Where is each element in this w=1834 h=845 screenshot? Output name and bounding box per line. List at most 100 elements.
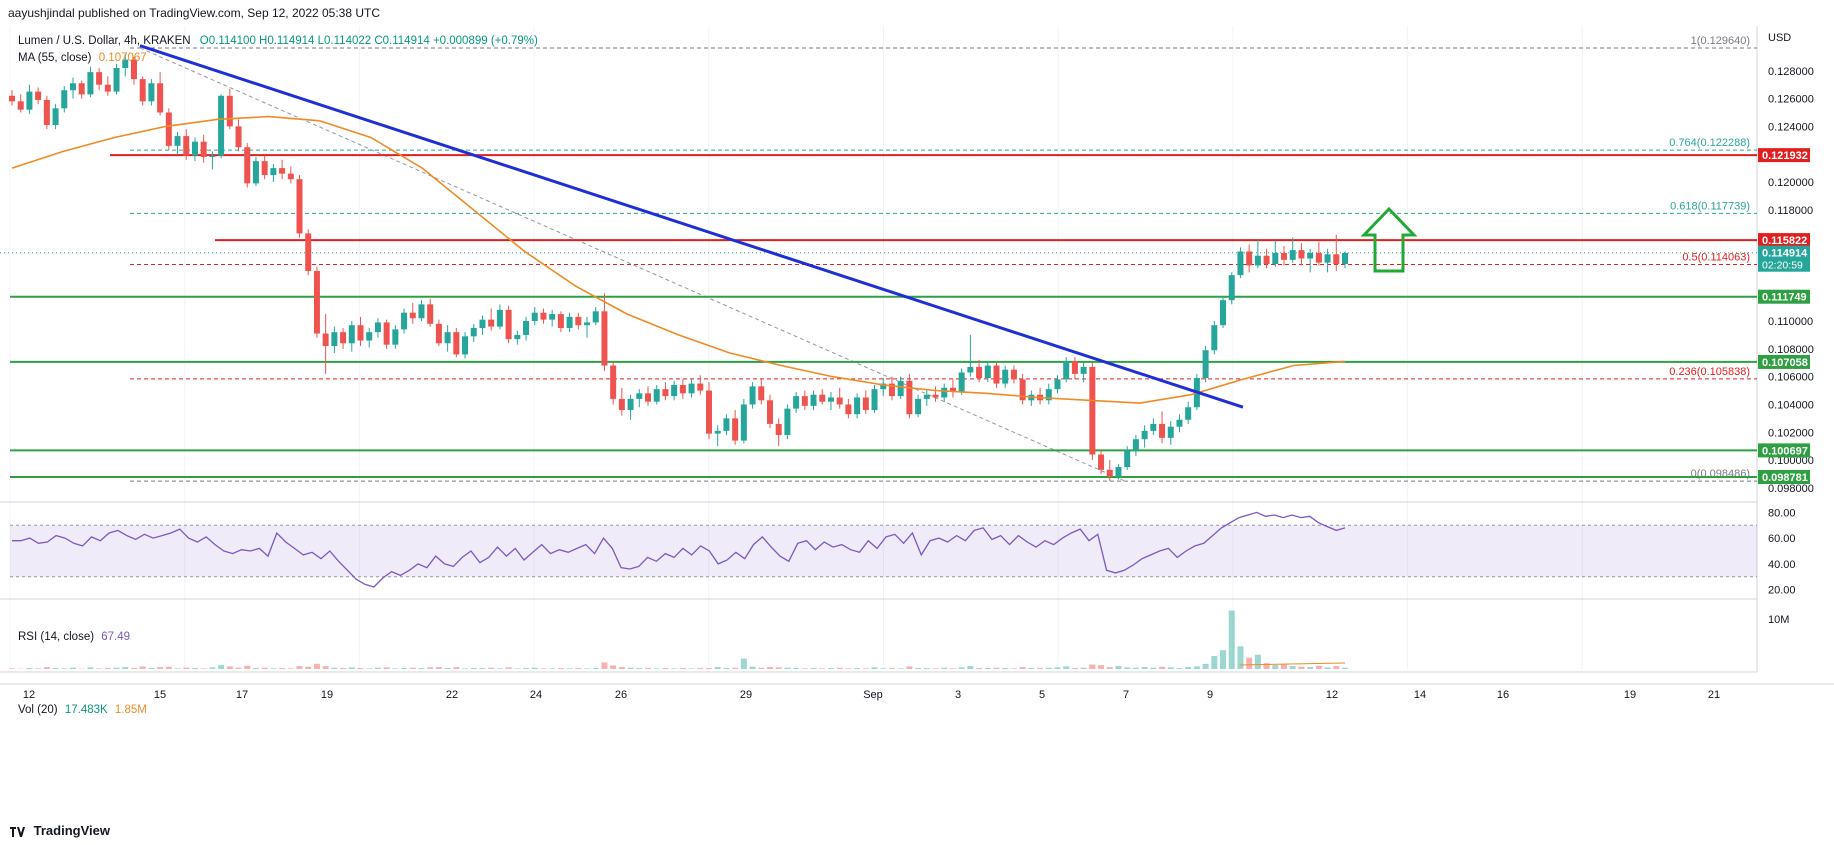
- volume-bar: [322, 666, 329, 669]
- candle-body: [679, 384, 686, 394]
- candle-body: [244, 147, 251, 184]
- candle-body: [1132, 439, 1139, 451]
- candle-body: [1298, 250, 1305, 259]
- volume-bar: [1115, 666, 1122, 669]
- volume-bar: [252, 668, 259, 669]
- volume-bar: [287, 668, 294, 669]
- volume-bar: [218, 665, 225, 669]
- candle-body: [897, 380, 904, 397]
- volume-bar: [888, 668, 895, 669]
- volume-bar: [383, 667, 390, 669]
- volume-legend: Vol (20) 17.483K 1.85M: [18, 704, 147, 716]
- volume-bar: [923, 668, 930, 669]
- candle-body: [1315, 252, 1322, 263]
- candle-body: [496, 309, 503, 327]
- fib-label: 0.5(0.114063): [1682, 252, 1750, 264]
- volume-bar: [409, 667, 416, 669]
- candle-body: [766, 400, 773, 424]
- ma-label: MA (55, close): [18, 52, 92, 64]
- time-tick-label: 17: [236, 689, 248, 701]
- volume-bar: [1063, 666, 1070, 669]
- brand-name: TradingView: [33, 823, 110, 838]
- volume-bar: [645, 668, 652, 669]
- volume-bar: [9, 668, 15, 669]
- volume-bar: [871, 667, 878, 669]
- volume-bar: [1010, 668, 1017, 669]
- price-tick-label: 0.126000: [1768, 94, 1814, 106]
- symbol-name: Lumen / U.S. Dollar, 4h, KRAKEN: [18, 35, 191, 47]
- volume-bar: [775, 667, 782, 669]
- volume-bar: [819, 668, 826, 669]
- candle-body: [313, 270, 320, 334]
- volume-bar: [1089, 664, 1096, 669]
- volume-bar: [96, 668, 103, 669]
- volume-bar: [705, 668, 712, 669]
- candle-body: [1220, 300, 1227, 326]
- price-tick-label: 0.104000: [1768, 399, 1814, 411]
- candle-body: [854, 397, 861, 415]
- candle-body: [627, 398, 634, 411]
- candle-body: [523, 321, 530, 335]
- candle-body: [1202, 350, 1209, 379]
- candle-body: [1063, 361, 1070, 380]
- volume-bar: [401, 668, 408, 669]
- candle-body: [1324, 254, 1331, 263]
- price-tick-label: 0.102000: [1768, 427, 1814, 439]
- candle-body: [1167, 426, 1174, 438]
- price-tick-label: 0.098000: [1768, 483, 1814, 495]
- candle-body: [279, 168, 286, 174]
- tradingview-logo[interactable]: TradingView: [10, 817, 110, 845]
- volume-bar: [653, 668, 660, 669]
- volume-bar: [331, 667, 338, 669]
- ohlc-values: O0.114100 H0.114914 L0.114022 C0.114914 …: [199, 35, 538, 47]
- horizontal-levels: [0, 154, 1757, 479]
- volume-bar: [1167, 667, 1174, 669]
- price-marker-label: 0.107058: [1762, 357, 1808, 369]
- volume-bar: [1202, 663, 1209, 669]
- candle-body: [1141, 430, 1148, 440]
- volume-bar: [453, 667, 460, 669]
- volume-bar: [52, 668, 59, 669]
- volume-value: 17.483K: [64, 704, 108, 716]
- volume-bar: [1037, 668, 1044, 669]
- candle-body: [218, 95, 225, 156]
- volume-bar: [244, 665, 251, 669]
- volume-bar: [130, 668, 137, 669]
- candle-body: [549, 314, 556, 320]
- volume-bar: [1028, 668, 1035, 669]
- volume-bar: [697, 668, 704, 669]
- candle-body: [226, 95, 233, 127]
- volume-bar: [1002, 668, 1009, 669]
- candle-body: [601, 311, 608, 366]
- candle-body: [801, 396, 808, 406]
- candle-body: [374, 322, 381, 333]
- volume-bar: [679, 668, 686, 669]
- volume-bar: [732, 667, 739, 669]
- price-chart[interactable]: 1(0.129640) 0.764(0.122288) 0.618(0.117739…: [0, 26, 1834, 817]
- candle-body: [78, 83, 85, 95]
- time-tick-label: 12: [1326, 689, 1338, 701]
- candle-body: [366, 332, 373, 341]
- price-axis[interactable]: USD 0.128000 0.126000 0.124000 0.120000 0.118…: [1758, 32, 1814, 626]
- candle-body: [662, 389, 669, 397]
- candle-body: [653, 389, 660, 402]
- candle-body: [732, 418, 739, 441]
- candle-body: [566, 316, 573, 328]
- candle-body: [17, 101, 24, 110]
- volume-bar: [444, 668, 451, 669]
- footer: TradingView: [0, 817, 1834, 845]
- volume-bar: [915, 668, 922, 669]
- volume-bar: [941, 667, 948, 669]
- volume-bar: [1333, 666, 1340, 669]
- candle-body: [671, 384, 678, 397]
- volume-bar: [1019, 667, 1026, 669]
- volume-bar: [1124, 667, 1131, 669]
- volume-bar: [1246, 657, 1253, 669]
- candle-body: [1289, 250, 1296, 260]
- time-axis[interactable]: 12 15 17 19 22 24 26 29 Sep 3 5 7 9 12 14 16 19 21: [23, 689, 1720, 701]
- trendline[interactable]: [139, 44, 1244, 409]
- volume-bar: [174, 668, 181, 669]
- volume-bar: [880, 668, 887, 669]
- candle-body: [322, 333, 329, 347]
- volume-bar: [897, 668, 904, 669]
